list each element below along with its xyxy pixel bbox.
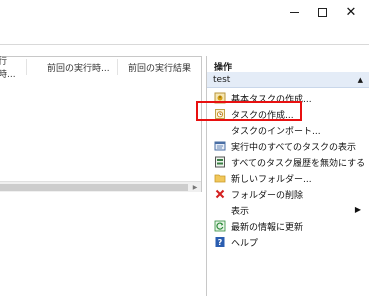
svg-text:?: ? bbox=[218, 238, 223, 247]
action-label: 表示 bbox=[231, 207, 250, 217]
column-separator[interactable] bbox=[26, 59, 27, 75]
submenu-arrow-icon: ▶ bbox=[354, 205, 361, 214]
action-help[interactable]: ? ヘルプ bbox=[207, 234, 369, 250]
help-icon: ? bbox=[214, 236, 226, 248]
action-label: フォルダーの削除 bbox=[231, 191, 304, 201]
task-list[interactable]: 行時... 前回の実行時... 前回の実行結果 ▶ bbox=[0, 56, 202, 192]
action-label: 最新の情報に更新 bbox=[231, 223, 304, 233]
maximize-button[interactable] bbox=[308, 0, 336, 24]
collapse-icon[interactable]: ▲ bbox=[358, 76, 363, 84]
action-label: 実行中のすべてのタスクの表示 bbox=[231, 143, 357, 153]
column-header-label: 前回の実行結果 bbox=[128, 63, 192, 74]
running-tasks-icon bbox=[214, 140, 226, 152]
column-separator[interactable] bbox=[117, 59, 118, 75]
scrollbar-thumb[interactable] bbox=[0, 184, 188, 191]
refresh-icon bbox=[214, 220, 226, 232]
actions-group-header[interactable]: test ▲ bbox=[207, 72, 369, 88]
action-import-task[interactable]: タスクのインポート... bbox=[207, 122, 369, 138]
minimize-icon bbox=[289, 11, 299, 13]
action-label: ヘルプ bbox=[231, 239, 259, 249]
horizontal-scrollbar[interactable]: ▶ bbox=[0, 181, 201, 192]
scroll-right-arrow-icon[interactable]: ▶ bbox=[190, 182, 200, 193]
action-refresh[interactable]: 最新の情報に更新 bbox=[207, 218, 369, 234]
column-header-last-run-time[interactable]: 前回の実行時... bbox=[47, 57, 117, 77]
folder-icon bbox=[214, 172, 226, 184]
delete-icon bbox=[214, 188, 226, 200]
menu-divider bbox=[0, 44, 369, 45]
action-label: すべてのタスク履歴を無効にする bbox=[231, 159, 366, 169]
column-header-next-run[interactable]: 行時... bbox=[0, 57, 18, 80]
title-bar: ✕ bbox=[0, 0, 369, 24]
minimize-button[interactable] bbox=[280, 0, 308, 24]
action-view[interactable]: 表示 ▶ bbox=[207, 202, 369, 218]
highlight-box bbox=[196, 101, 302, 121]
close-icon: ✕ bbox=[345, 4, 357, 20]
close-button[interactable]: ✕ bbox=[337, 0, 365, 24]
history-icon bbox=[214, 156, 226, 168]
action-delete-folder[interactable]: フォルダーの削除 bbox=[207, 186, 369, 202]
column-header-label: 前回の実行時... bbox=[47, 63, 110, 74]
actions-group-label: test bbox=[213, 75, 231, 85]
maximize-icon bbox=[317, 7, 327, 17]
action-new-folder[interactable]: 新しいフォルダー... bbox=[207, 170, 369, 186]
action-disable-task-history[interactable]: すべてのタスク履歴を無効にする bbox=[207, 154, 369, 170]
column-header-last-run-result[interactable]: 前回の実行結果 bbox=[128, 57, 200, 77]
action-display-running-tasks[interactable]: 実行中のすべてのタスクの表示 bbox=[207, 138, 369, 154]
column-header-label: 行時... bbox=[0, 57, 16, 80]
actions-pane: 操作 test ▲ 基本タスクの作成... タスクの作成... タスクのインポー… bbox=[207, 56, 369, 296]
task-list-pane: 行時... 前回の実行時... 前回の実行結果 ▶ bbox=[0, 56, 205, 296]
action-label: タスクのインポート... bbox=[231, 127, 321, 137]
action-label: 新しいフォルダー... bbox=[231, 175, 312, 185]
